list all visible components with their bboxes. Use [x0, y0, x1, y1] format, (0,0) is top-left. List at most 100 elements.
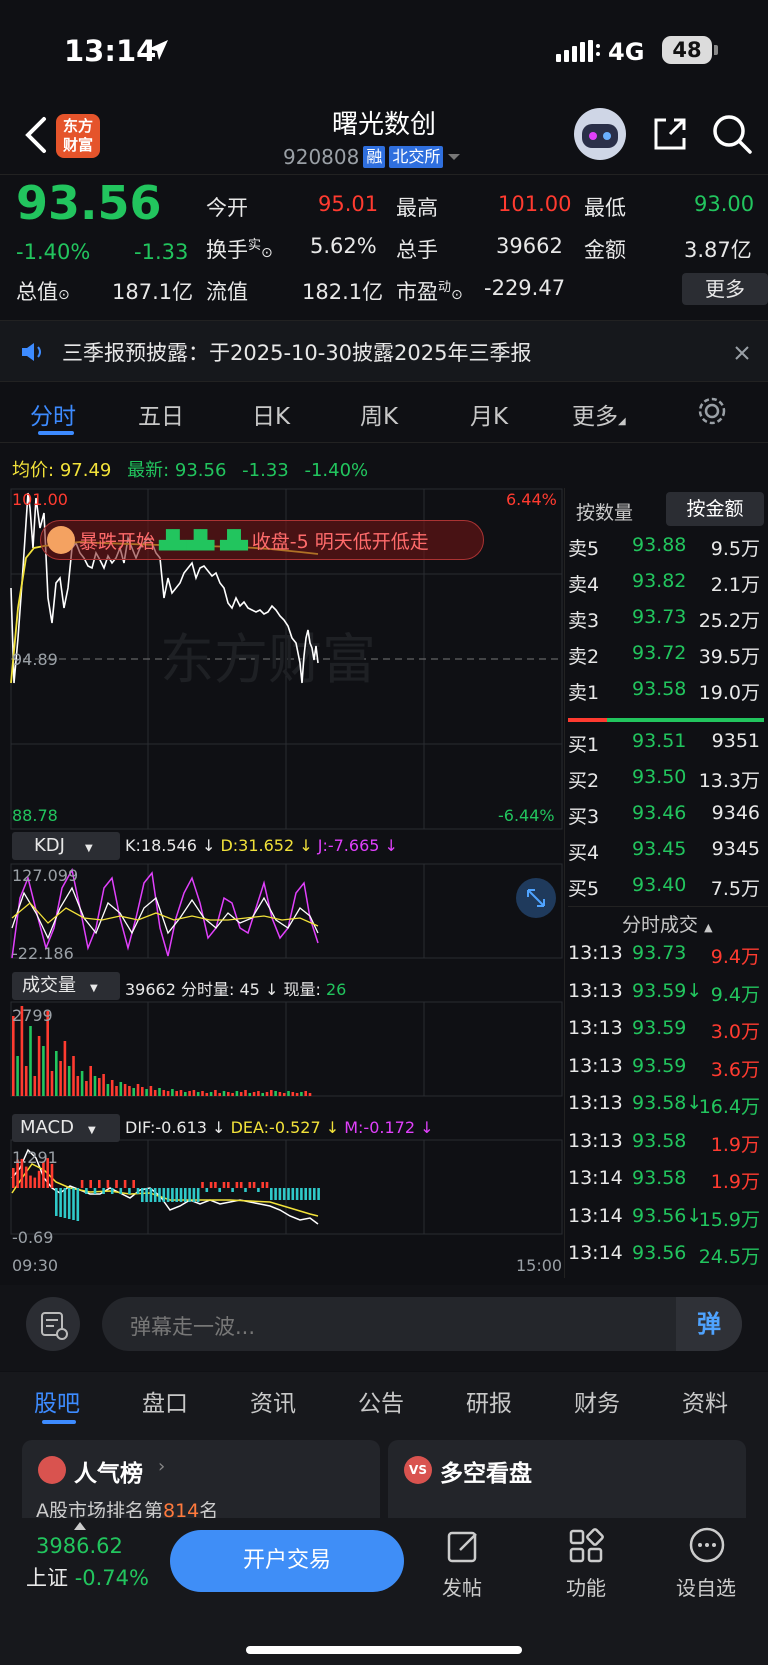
notice-bar[interactable]: 三季报预披露：于2025-10-30披露2025年三季报 [0, 320, 768, 382]
ticks-title[interactable]: 分时成交 ▲ [622, 910, 713, 937]
tab-daily-k[interactable]: 日K [252, 397, 290, 431]
tab-pankou[interactable]: 盘口 [142, 1384, 188, 1418]
tab-intraday[interactable]: 分时 [30, 397, 76, 431]
macd-bar [132, 1180, 135, 1188]
volume-bar [72, 1056, 75, 1096]
mcap-value: 187.1亿 [112, 280, 194, 304]
expand-icon[interactable] [516, 878, 556, 918]
change-amount: -1.33 [134, 240, 189, 264]
banner-text-2: 收盘-5 明天低开低走 [251, 530, 429, 553]
volume-bar [119, 1082, 123, 1096]
macd-bar [257, 1188, 260, 1192]
tab-monthly-k[interactable]: 月K [470, 397, 508, 431]
tab-profile[interactable]: 资料 [682, 1384, 728, 1418]
macd-bar [123, 1180, 127, 1188]
volume-bar [102, 1074, 105, 1096]
macd-bar [128, 1188, 131, 1194]
tab-finance[interactable]: 财务 [574, 1384, 620, 1418]
volume-bar [265, 1092, 269, 1096]
volume-bar [261, 1093, 264, 1096]
volume-bar [16, 1056, 19, 1096]
tick-volume: 15.9万 [698, 1208, 760, 1231]
mcap-label[interactable]: 总值⊙ [16, 276, 70, 306]
volume-max: 2799 [12, 1006, 53, 1025]
kdj-selector[interactable]: KDJ ▼ [12, 832, 120, 860]
robot-assistant-icon[interactable] [574, 108, 626, 160]
volume-bar [158, 1088, 161, 1096]
tab-five-day[interactable]: 五日 [138, 397, 184, 431]
network-type: 4G [608, 38, 645, 66]
low-value: 93.00 [694, 192, 755, 216]
tick-volume: 9.4万 [710, 946, 760, 968]
volume-bar [55, 1051, 58, 1096]
macd-bar [76, 1188, 80, 1221]
macd-bar [287, 1188, 290, 1200]
volume-bar [179, 1090, 183, 1096]
tab-news[interactable]: 资讯 [250, 1384, 296, 1418]
macd-bar [55, 1188, 58, 1216]
macd-bar [59, 1188, 62, 1217]
function-label[interactable]: 功能 [566, 1572, 606, 1601]
index-line[interactable]: 上证 -0.74% [26, 1562, 149, 1592]
tick-price: 93.59 [632, 1054, 687, 1077]
volume-bar [37, 1036, 41, 1096]
volume-selector[interactable]: 成交量 ▼ [12, 972, 120, 1000]
grid-function-icon[interactable] [568, 1528, 604, 1564]
danmaku-input[interactable]: 弹幕走一波... 弹 [102, 1297, 742, 1351]
tab-guba[interactable]: 股吧 [34, 1384, 80, 1418]
tab-underline [38, 431, 74, 435]
macd-bar [261, 1182, 264, 1188]
macd-bar [175, 1188, 178, 1202]
volume-label: 总手 [396, 238, 438, 262]
volume-bar [209, 1092, 213, 1096]
gear-icon[interactable] [696, 395, 728, 427]
tab-by-amount[interactable]: 按金额 [666, 492, 764, 526]
popularity-card[interactable]: 人气榜 › A股市场排名第814名 [22, 1440, 380, 1530]
macd-bar [158, 1188, 161, 1202]
macd-bar [29, 1175, 32, 1188]
macd-bar [171, 1188, 174, 1202]
danmaku-banner[interactable]: 暴跌开始 ▟▙▟▙ ▟▙ 收盘-5 明天低开低走 [40, 520, 484, 560]
open-account-trade-button[interactable]: 开户交易 [170, 1530, 404, 1592]
volume-bar [132, 1088, 135, 1096]
caret-up-icon [74, 1522, 86, 1530]
macd-bar [141, 1188, 144, 1202]
order-price: 93.40 [632, 874, 687, 896]
index-value[interactable]: 3986.62 [36, 1534, 123, 1558]
add-watchlist-label[interactable]: 设自选 [676, 1572, 736, 1601]
danmaku-settings-icon[interactable] [26, 1297, 80, 1351]
tick-row: 13:13 93.58 1.9万 [568, 1130, 766, 1160]
bull-bear-card[interactable]: VS 多空看盘 [388, 1440, 746, 1530]
order-level: 卖3 [568, 610, 600, 632]
more-circle-icon[interactable] [688, 1526, 726, 1564]
battery-cap [714, 45, 718, 55]
tick-time: 13:13 [568, 1017, 623, 1039]
volume-bar [227, 1092, 230, 1096]
tab-more[interactable]: 更多◢ [572, 397, 626, 431]
macd-selector[interactable]: MACD ▼ [12, 1114, 120, 1142]
tick-volume: 1.9万 [710, 1171, 760, 1193]
post-label[interactable]: 发帖 [442, 1572, 482, 1601]
share-icon[interactable] [650, 114, 690, 154]
tab-by-quantity[interactable]: 按数量 [576, 498, 633, 525]
search-icon[interactable] [710, 112, 754, 156]
volume-bar [287, 1091, 290, 1096]
watermark: 东方财富 [160, 630, 376, 690]
tab-research[interactable]: 研报 [466, 1384, 512, 1418]
intraday-chart[interactable]: 东方财富 [0, 488, 568, 1278]
chart-top-pct: 6.44% [506, 490, 557, 509]
tab-announcements[interactable]: 公告 [358, 1384, 404, 1418]
close-icon[interactable] [734, 345, 750, 361]
volume-bar [175, 1091, 178, 1096]
avatar [47, 526, 75, 554]
high-value: 101.00 [498, 192, 572, 216]
danmaku-send-button[interactable]: 弹 [676, 1297, 742, 1351]
tab-weekly-k[interactable]: 周K [360, 397, 398, 431]
stock-code-line[interactable]: 920808 融 北交所 [283, 145, 461, 169]
more-button[interactable]: 更多 [682, 273, 768, 305]
edit-post-icon[interactable] [446, 1528, 482, 1564]
volume-bar [295, 1093, 299, 1096]
sell-orders: 卖5 93.88 9.5万 卖4 93.82 2.1万 卖3 93.73 25.2万 卖2 93.7… [568, 534, 766, 714]
turnover-label[interactable]: 换手实⊙ [206, 234, 273, 264]
pe-label[interactable]: 市盈动⊙ [396, 276, 463, 306]
